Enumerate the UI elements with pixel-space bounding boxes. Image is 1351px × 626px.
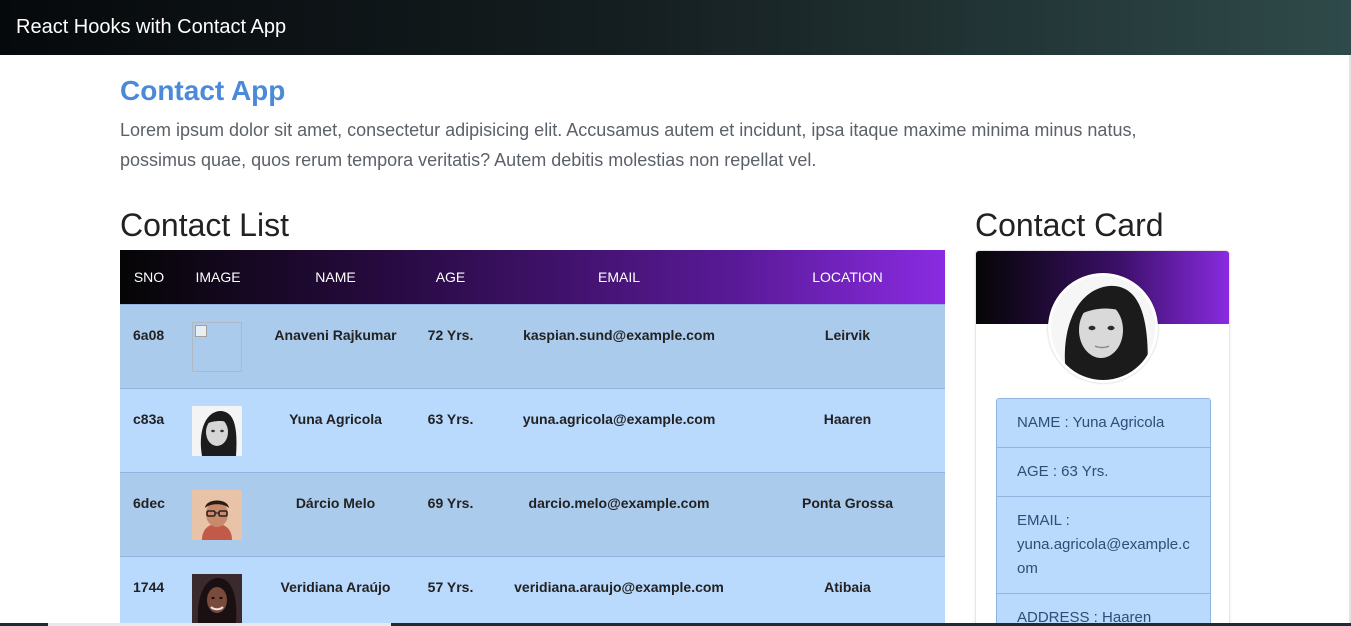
avatar-woman-dark — [192, 573, 242, 624]
cell-name: Dárcio Melo — [295, 494, 376, 511]
cell-sno: 6dec — [133, 494, 165, 511]
card-avatar — [1048, 273, 1158, 383]
card-info-list: NAME : Yuna Agricola AGE : 63 Yrs. EMAIL… — [996, 398, 1211, 625]
contact-table-wrapper: SNO IMAGE NAME AGE EMAIL LOCATION 6a08 A… — [120, 250, 945, 626]
cell-image — [178, 556, 258, 626]
cell-sno: 6a08 — [133, 326, 165, 343]
cell-sno: 1744 — [133, 578, 165, 595]
column-header-name: NAME — [315, 268, 356, 285]
cell-age: 72 Yrs. — [427, 326, 474, 343]
cell-email: darcio.melo@example.com — [528, 494, 710, 511]
cell-location: Haaren — [823, 410, 872, 427]
column-header-email: EMAIL — [597, 268, 640, 285]
column-header-sno: SNO — [133, 268, 165, 285]
cell-name: Yuna Agricola — [289, 410, 382, 427]
navbar-brand[interactable]: React Hooks with Contact App — [16, 16, 286, 39]
avatar-woman-bw — [192, 405, 242, 456]
page-title: Contact App — [120, 75, 286, 106]
cell-image — [178, 388, 258, 472]
card-address: ADDRESS : Haaren — [997, 594, 1210, 625]
cell-email: veridiana.araujo@example.com — [514, 578, 724, 595]
column-header-image: IMAGE — [195, 268, 241, 285]
cell-name: Veridiana Araújo — [280, 578, 391, 595]
table-row[interactable]: 6a08 Anaveni Rajkumar 72 Yrs. kaspian.su… — [120, 304, 945, 388]
cell-location: Leirvik — [824, 326, 871, 343]
contact-table: SNO IMAGE NAME AGE EMAIL LOCATION 6a08 A… — [120, 250, 945, 626]
cell-email: kaspian.sund@example.com — [523, 326, 715, 343]
card-name: NAME : Yuna Agricola — [997, 399, 1210, 448]
cell-image — [178, 472, 258, 556]
navbar: React Hooks with Contact App — [0, 0, 1351, 55]
cell-sno: c83a — [133, 410, 165, 427]
cell-name: Anaveni Rajkumar — [274, 326, 397, 343]
column-header-location: LOCATION — [812, 268, 883, 285]
column-header-age: AGE — [435, 268, 466, 285]
table-header-row: SNO IMAGE NAME AGE EMAIL LOCATION — [120, 250, 945, 304]
cell-location: Ponta Grossa — [801, 494, 894, 511]
table-row[interactable]: c83a Yuna Agricola 63 Yrs. yuna.agricola… — [120, 388, 945, 472]
cell-email: yuna.agricola@example.com — [522, 410, 716, 427]
contact-list-title: Contact List — [120, 207, 289, 243]
contact-card: NAME : Yuna Agricola AGE : 63 Yrs. EMAIL… — [975, 250, 1230, 626]
cell-location: Atibaia — [824, 578, 871, 595]
card-email: EMAIL : yuna.agricola@example.com — [997, 497, 1210, 594]
table-row[interactable]: 6dec Dárcio Melo 69 Yrs. darcio.melo@exa… — [120, 472, 945, 556]
card-age: AGE : 63 Yrs. — [997, 448, 1210, 497]
intro-text: Lorem ipsum dolor sit amet, consectetur … — [120, 120, 1137, 170]
broken-image-icon — [192, 321, 242, 372]
cell-image — [178, 304, 258, 388]
contact-card-title: Contact Card — [975, 207, 1164, 243]
cell-age: 63 Yrs. — [427, 410, 474, 427]
table-row[interactable]: 1744 Veridiana Araújo 57 Yrs. veridiana.… — [120, 556, 945, 626]
avatar-man-glasses — [192, 489, 242, 540]
cell-age: 57 Yrs. — [427, 578, 474, 595]
cell-age: 69 Yrs. — [427, 494, 474, 511]
